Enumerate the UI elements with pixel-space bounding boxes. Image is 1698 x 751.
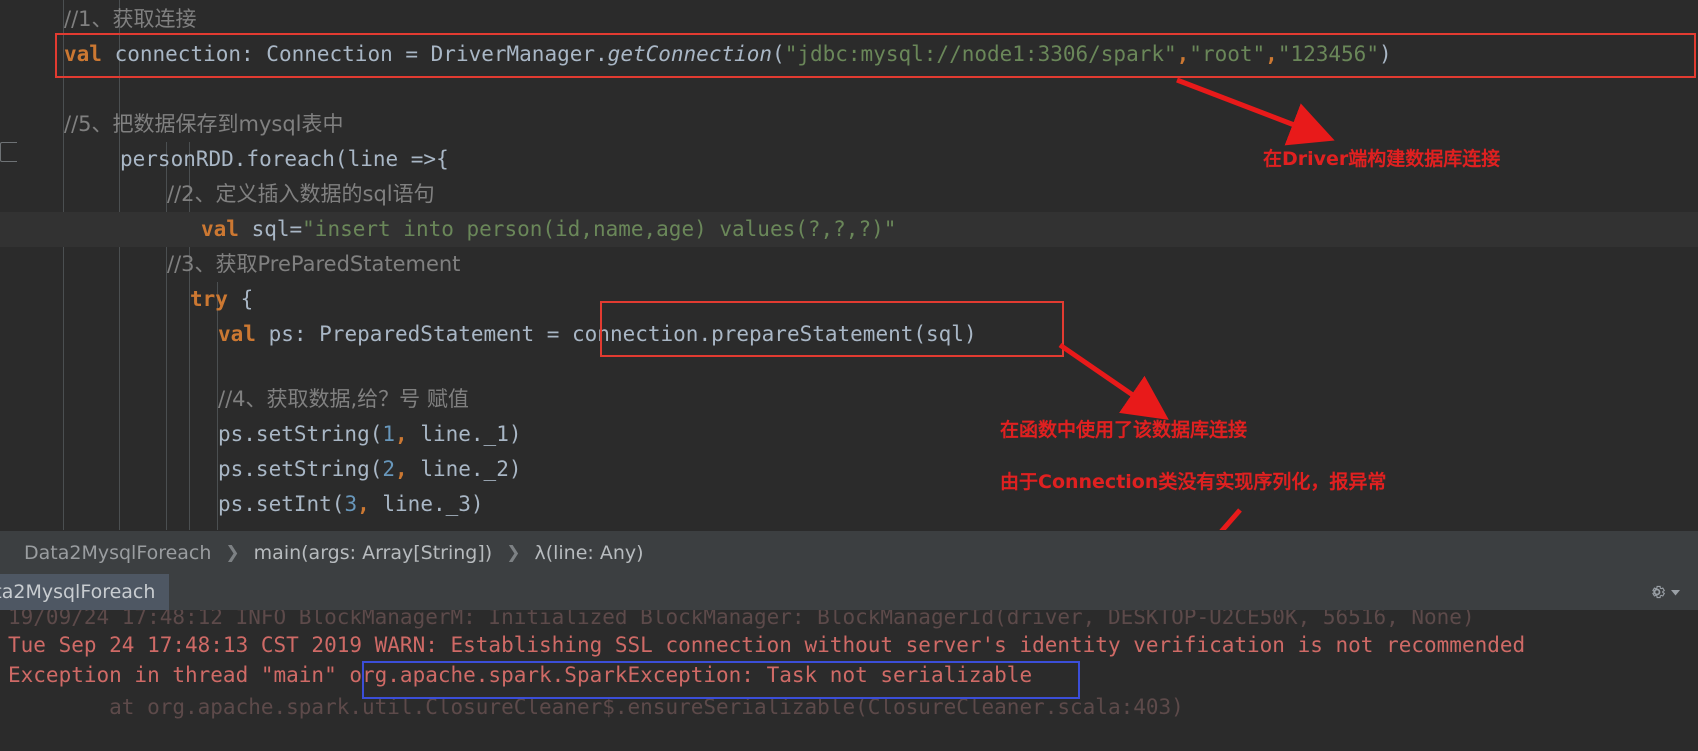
code-line[interactable]: //5、把数据保存到mysql表中: [0, 107, 1698, 142]
console-tab-label: Data2MysqlForeach: [0, 581, 156, 603]
code-line[interactable]: try {: [0, 282, 1698, 317]
code-token: val: [201, 217, 239, 241]
chevron-right-icon: ❯: [225, 543, 240, 563]
code-token: //2、定义插入数据的sql语句: [167, 182, 435, 206]
breadcrumb-item-class[interactable]: Data2MysqlForeach: [22, 542, 213, 564]
code-token: line._3): [369, 492, 484, 516]
gear-icon[interactable]: [1647, 582, 1667, 602]
code-token: ,: [1176, 42, 1190, 66]
console-log-line: 19/09/24 17:48:12 INFO BlockManagerM: In…: [8, 610, 1475, 629]
code-token: ps.setString(: [218, 422, 383, 446]
console-settings[interactable]: [1647, 574, 1680, 610]
code-token: line._2): [407, 457, 522, 481]
code-token: val: [218, 322, 256, 346]
code-line[interactable]: val ps: PreparedStatement = connection.p…: [0, 317, 1698, 352]
code-token: {: [227, 287, 254, 311]
code-token: ,: [1265, 42, 1278, 66]
code-line[interactable]: //1、获取连接: [0, 2, 1698, 37]
code-token: personRDD.foreach(line =>{: [120, 147, 449, 171]
code-token: ps.setString(: [218, 457, 383, 481]
code-line[interactable]: ps.setString(1, line._1): [0, 417, 1698, 452]
code-line[interactable]: //3、获取PreParedStatement: [0, 247, 1698, 282]
code-token: "jdbc:mysql://node1:3306/spark": [784, 42, 1177, 66]
console-output[interactable]: 19/09/24 17:48:12 INFO BlockManagerM: In…: [0, 610, 1698, 751]
code-token: ,: [395, 422, 408, 446]
code-token: 1: [382, 422, 396, 446]
breadcrumb-item-method[interactable]: main(args: Array[String]): [252, 542, 495, 564]
code-token: sql=: [238, 217, 303, 241]
code-token: (: [772, 42, 785, 66]
code-token: 3: [344, 492, 358, 516]
code-token: //1、获取连接: [64, 7, 197, 31]
code-token: connection: Connection = DriverManager.: [101, 42, 608, 66]
console-tab-data2mysqlforeach[interactable]: Data2MysqlForeach: [0, 574, 170, 610]
chevron-right-icon: ❯: [506, 543, 521, 563]
code-token: //4、获取数据,给？号 赋值: [218, 387, 469, 411]
console-log-line: Exception in thread "main" org.apache.sp…: [8, 663, 1033, 687]
code-token: val: [64, 42, 102, 66]
code-token: 2: [382, 457, 396, 481]
code-token: "insert into person(id,name,age) values(…: [302, 217, 897, 241]
code-line[interactable]: [0, 72, 1698, 107]
code-line[interactable]: ps.setString(2, line._2): [0, 452, 1698, 487]
console-log-line: Tue Sep 24 17:48:13 CST 2019 WARN: Estab…: [8, 633, 1526, 657]
code-token: getConnection: [607, 42, 773, 66]
annotation-text: 在Driver端构建数据库连接: [1263, 148, 1501, 170]
code-token: ,: [357, 492, 370, 516]
code-token: try: [190, 287, 228, 311]
chevron-down-icon[interactable]: [1671, 588, 1680, 597]
console-log-line: at org.apache.spark.util.ClosureCleaner$…: [8, 695, 1184, 719]
code-token: ps: PreparedStatement = connection.prepa…: [255, 322, 977, 346]
code-line[interactable]: ps.setInt(3, line._3): [0, 487, 1698, 522]
console-tab-bar: [0, 574, 1698, 610]
code-token: ,: [395, 457, 408, 481]
code-token: //3、获取PreParedStatement: [167, 252, 461, 276]
breadcrumb[interactable]: Data2MysqlForeach ❯ main(args: Array[Str…: [0, 530, 1698, 575]
code-line[interactable]: val sql="insert into person(id,name,age)…: [0, 212, 1698, 247]
code-token: ): [1378, 42, 1392, 66]
code-line[interactable]: //2、定义插入数据的sql语句: [0, 177, 1698, 212]
code-token: //5、把数据保存到mysql表中: [64, 112, 344, 136]
annotation-text: 由于Connection类没有实现序列化，报异常: [1000, 471, 1387, 493]
code-editor[interactable]: //1、获取连接 val connection: Connection = Dri…: [0, 0, 1698, 530]
code-line[interactable]: val connection: Connection = DriverManag…: [0, 37, 1698, 72]
annotation-text: 在函数中使用了该数据库连接: [1000, 419, 1248, 441]
code-token: "123456": [1277, 42, 1379, 66]
code-line[interactable]: //4、获取数据,给？号 赋值: [0, 382, 1698, 417]
code-token: "root": [1189, 42, 1266, 66]
breadcrumb-item-lambda[interactable]: λ(line: Any): [532, 542, 645, 564]
code-token: line._1): [407, 422, 522, 446]
code-token: ps.setInt(: [218, 492, 345, 516]
